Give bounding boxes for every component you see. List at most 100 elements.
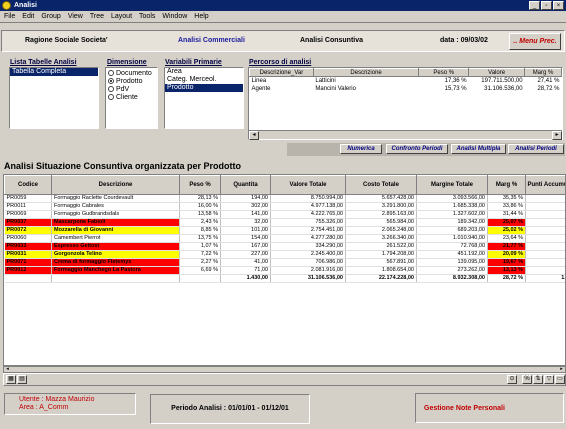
variabili-item-prodotto[interactable]: Prodotto [165, 84, 243, 92]
table-row[interactable]: PR0071 Crema di formaggio Fletemys 2,27 % 4… [4, 258, 565, 267]
company-name: Ragione Sociale Societa' [25, 37, 108, 44]
notes-label: Gestione Note Personali [424, 405, 505, 412]
user-box: Utente : Mazza Maurizio Area : A_Comm [4, 393, 136, 415]
table-row[interactable]: PR0031 Gorgonzola Telino 7,22 % 227,00 2.245… [4, 250, 565, 259]
table-cell: 1.808.654,00 [345, 266, 417, 275]
menu-edit[interactable]: Edit [22, 13, 34, 20]
table-row[interactable]: PR0059 Formaggio Raclette Courdevault 28,1… [4, 194, 565, 203]
percorso-hscroll[interactable]: ◂ ▸ [249, 130, 562, 140]
window-controls: _ ▫ × [529, 1, 564, 10]
table-cell: 194,00 [220, 194, 271, 203]
variabili-list[interactable]: Area Categ. Merceol. Prodotto [164, 67, 244, 129]
menu-tree[interactable]: Tree [90, 13, 104, 20]
percorso-row[interactable]: Linea Latticini 17,36 % 197.711.500,00 2… [250, 77, 562, 85]
menu-layout[interactable]: Layout [111, 13, 132, 20]
table-cell: 689.203,00 [416, 226, 488, 235]
dimensione-group: Documento Prodotto PdV Cliente [105, 67, 158, 129]
percorso-col-valore[interactable]: Valore [468, 68, 526, 77]
tabelle-list[interactable]: Tabella Completa [9, 67, 99, 129]
filter-icon[interactable]: ▽ [544, 375, 554, 384]
current-date: data : 09/03/02 [440, 37, 488, 44]
radio-cliente[interactable]: Cliente [108, 93, 155, 101]
dimensione-title: Dimensione [107, 59, 147, 66]
total-cell: 31.106.536,00 [270, 274, 346, 283]
col-punti[interactable]: Punti Accumula [525, 175, 565, 195]
chevron-right-icon[interactable]: ▸ [552, 131, 562, 140]
table-cell: 13,75 % [179, 234, 221, 243]
total-cell: 22.174.228,00 [345, 274, 417, 283]
user-area: Area : A_Comm [19, 404, 69, 411]
percorso-col-desc[interactable]: Descrizione [312, 68, 420, 77]
menu-file[interactable]: File [4, 13, 15, 20]
minimize-icon[interactable]: _ [529, 1, 540, 10]
table-cell: 33,86 % [487, 202, 526, 211]
chevron-left-icon[interactable]: ◂ [249, 131, 259, 140]
table-cell: Mozzarella di Giovanni [51, 226, 180, 235]
menu-help[interactable]: Help [194, 13, 208, 20]
percorso-col-marg[interactable]: Marg % [524, 68, 562, 77]
table-row[interactable]: PR0072 Mozzarella di Giovanni 8,85 % 101,00… [4, 226, 565, 235]
col-valore-totale[interactable]: Valore Totale [270, 175, 346, 195]
close-icon[interactable]: × [553, 1, 564, 10]
table-cell: PR0012 [4, 266, 52, 275]
table-cell: 2 [525, 218, 565, 227]
col-peso[interactable]: Peso % [179, 175, 221, 195]
lock-icon[interactable]: ⊙ [507, 375, 517, 384]
menu-window[interactable]: Window [162, 13, 187, 20]
table-cell: PR0069 [4, 210, 52, 219]
col-descrizione[interactable]: Descrizione [51, 175, 180, 195]
notes-button[interactable]: Gestione Note Personali [415, 393, 564, 423]
col-marg[interactable]: Marg % [487, 175, 526, 195]
col-quantita[interactable]: Quantita [220, 175, 271, 195]
table-cell: 14 [525, 242, 565, 251]
maximize-icon[interactable]: ▫ [541, 1, 552, 10]
table-row[interactable]: PR0012 Formaggio Manchego La Pastora 6,69 … [4, 266, 565, 275]
col-codice[interactable]: Codice [4, 175, 52, 195]
menu-group[interactable]: Group [41, 13, 60, 20]
col-margine-totale[interactable]: Margine Totale [416, 175, 488, 195]
table-row[interactable]: PR0037 Mascarpone Fabioli 2,43 % 32,00 755.3… [4, 218, 565, 227]
grid-icon[interactable]: ▤ [17, 375, 27, 384]
tabelle-item[interactable]: Tabella Completa [10, 68, 98, 76]
table-cell: 141,00 [220, 210, 271, 219]
menu-view[interactable]: View [68, 13, 83, 20]
table-cell: Formaggio Raclette Courdevault [51, 194, 180, 203]
variabili-item-area[interactable]: Area [165, 68, 243, 76]
percorso-row[interactable]: Agente Mancini Valerio 15,73 % 31.106.53… [250, 85, 562, 93]
table-row[interactable]: PR0011 Formaggio Cabrales 16,00 % 302,00 4.9… [4, 202, 565, 211]
table-cell: 2.754.451,00 [270, 226, 346, 235]
analisi-multipla-button[interactable]: Analisi Multipla [451, 144, 506, 154]
table-cell: 16,00 % [179, 202, 221, 211]
percorso-col-descvar[interactable]: Descrizione_Var [249, 68, 314, 77]
table-cell: 25,02 % [487, 226, 526, 235]
radio-prodotto[interactable]: Prodotto [108, 77, 155, 85]
table-cell: 32,00 [220, 218, 271, 227]
chevron-left-icon[interactable]: ◂ [4, 367, 11, 372]
table-cell: PR0037 [4, 218, 52, 227]
grid-hscroll[interactable]: ◂ ▸ [3, 366, 566, 373]
percorso-col-peso[interactable]: Peso % [418, 68, 470, 77]
table-cell: 20,09 % [487, 250, 526, 259]
table-row[interactable]: PR0069 Formaggio Gudbrandsdals 13,58 % 141,… [4, 210, 565, 219]
total-cell [4, 274, 52, 283]
menu-tools[interactable]: Tools [139, 13, 155, 20]
percent-icon[interactable]: % [522, 375, 532, 384]
analysis-mode: Analisi Consuntiva [300, 37, 364, 44]
chevron-right-icon[interactable]: ▸ [558, 367, 565, 372]
table-cell: Mascarpone Fabioli [51, 218, 180, 227]
grid-icon[interactable]: ▦ [6, 375, 16, 384]
menu-prec-button[interactable]: .. Menu Prec. [509, 33, 561, 50]
radio-documento[interactable]: Documento [108, 69, 155, 77]
table-cell: 27 [525, 202, 565, 211]
col-costo-totale[interactable]: Costo Totale [345, 175, 417, 195]
confronto-periodi-button[interactable]: Confronto Periodi [386, 144, 448, 154]
table-row[interactable]: PR0060 Camembert Pierrot 13,75 % 154,00 4.27… [4, 234, 565, 243]
table-cell: PR0060 [4, 234, 52, 243]
radio-pdv[interactable]: PdV [108, 85, 155, 93]
numerica-button[interactable]: Numerica [340, 144, 382, 154]
table-row[interactable]: PR0033 Espresso Geitost 1,07 % 167,00 334.29… [4, 242, 565, 251]
grid-icon[interactable]: ▭ [555, 375, 565, 384]
analisi-periodi-button[interactable]: Analisi Periodi [508, 144, 564, 154]
sort-icon[interactable]: ⇅ [533, 375, 543, 384]
variabili-item-categ[interactable]: Categ. Merceol. [165, 76, 243, 84]
